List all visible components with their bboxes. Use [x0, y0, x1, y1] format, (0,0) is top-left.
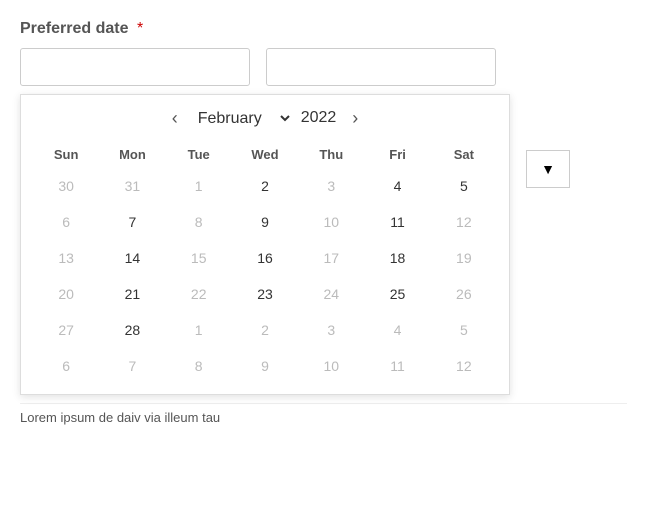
calendar-day[interactable]: 4 — [364, 170, 430, 202]
calendar-grid: Sun Mon Tue Wed Thu Fri Sat — [33, 143, 497, 170]
calendar-day[interactable]: 19 — [431, 242, 497, 274]
calendar-day[interactable]: 20 — [33, 278, 99, 310]
calendar-day[interactable]: 7 — [99, 350, 165, 382]
calendar-day[interactable]: 31 — [99, 170, 165, 202]
month-select[interactable]: January February March April May June Ju… — [194, 109, 293, 128]
date-input[interactable] — [20, 48, 250, 86]
calendar-day[interactable]: 11 — [364, 206, 430, 238]
calendar-day[interactable]: 12 — [431, 350, 497, 382]
day-header-wed: Wed — [232, 143, 298, 170]
day-header-mon: Mon — [99, 143, 165, 170]
calendar-day[interactable]: 16 — [232, 242, 298, 274]
calendar-day[interactable]: 21 — [99, 278, 165, 310]
day-header-sat: Sat — [431, 143, 497, 170]
calendar-day[interactable]: 13 — [33, 242, 99, 274]
calendar-day[interactable]: 15 — [166, 242, 232, 274]
preferred-date-section: Preferred date * ‹ January February Marc… — [20, 20, 627, 425]
next-month-button[interactable]: › — [344, 107, 366, 129]
calendar-day[interactable]: 24 — [298, 278, 364, 310]
calendar-day[interactable]: 12 — [431, 206, 497, 238]
calendar-day[interactable]: 2 — [232, 314, 298, 346]
calendar-day[interactable]: 6 — [33, 350, 99, 382]
calendar-day[interactable]: 8 — [166, 206, 232, 238]
calendar-day[interactable]: 1 — [166, 170, 232, 202]
time-dropdown-area: ▼ — [526, 150, 570, 188]
time-dropdown-button[interactable]: ▼ — [526, 150, 570, 188]
calendar-day[interactable]: 6 — [33, 206, 99, 238]
calendar-day[interactable]: 9 — [232, 350, 298, 382]
calendar-day[interactable]: 5 — [431, 314, 497, 346]
calendar-day[interactable]: 3 — [298, 314, 364, 346]
calendar-day[interactable]: 10 — [298, 350, 364, 382]
calendar-day[interactable]: 2 — [232, 170, 298, 202]
field-label: Preferred date — [20, 20, 129, 37]
calendar-day[interactable]: 27 — [33, 314, 99, 346]
calendar-day[interactable]: 25 — [364, 278, 430, 310]
calendar-days: 3031123456789101112131415161718192021222… — [33, 170, 497, 382]
calendar-day[interactable]: 30 — [33, 170, 99, 202]
calendar-day[interactable]: 3 — [298, 170, 364, 202]
calendar-day[interactable]: 10 — [298, 206, 364, 238]
calendar-day[interactable]: 8 — [166, 350, 232, 382]
dropdown-arrow-icon: ▼ — [541, 161, 555, 177]
time-input[interactable] — [266, 48, 496, 86]
day-header-tue: Tue — [166, 143, 232, 170]
calendar-day[interactable]: 1 — [166, 314, 232, 346]
calendar-day[interactable]: 9 — [232, 206, 298, 238]
calendar-day[interactable]: 23 — [232, 278, 298, 310]
bottom-text: Lorem ipsum de daiv via illeum tau — [20, 403, 627, 425]
calendar-year: 2022 — [301, 109, 337, 127]
calendar-day[interactable]: 26 — [431, 278, 497, 310]
calendar-day[interactable]: 5 — [431, 170, 497, 202]
day-header-sun: Sun — [33, 143, 99, 170]
calendar-day[interactable]: 28 — [99, 314, 165, 346]
calendar-day[interactable]: 22 — [166, 278, 232, 310]
calendar-day[interactable]: 14 — [99, 242, 165, 274]
required-marker: * — [137, 20, 143, 37]
day-header-thu: Thu — [298, 143, 364, 170]
calendar-day[interactable]: 11 — [364, 350, 430, 382]
calendar-day[interactable]: 17 — [298, 242, 364, 274]
calendar-header: ‹ January February March April May June … — [33, 107, 497, 129]
day-header-fri: Fri — [364, 143, 430, 170]
calendar: ‹ January February March April May June … — [20, 94, 510, 395]
calendar-day[interactable]: 4 — [364, 314, 430, 346]
prev-month-button[interactable]: ‹ — [164, 107, 186, 129]
calendar-day[interactable]: 18 — [364, 242, 430, 274]
calendar-day[interactable]: 7 — [99, 206, 165, 238]
input-row — [20, 48, 627, 86]
field-label-row: Preferred date * — [20, 20, 627, 38]
